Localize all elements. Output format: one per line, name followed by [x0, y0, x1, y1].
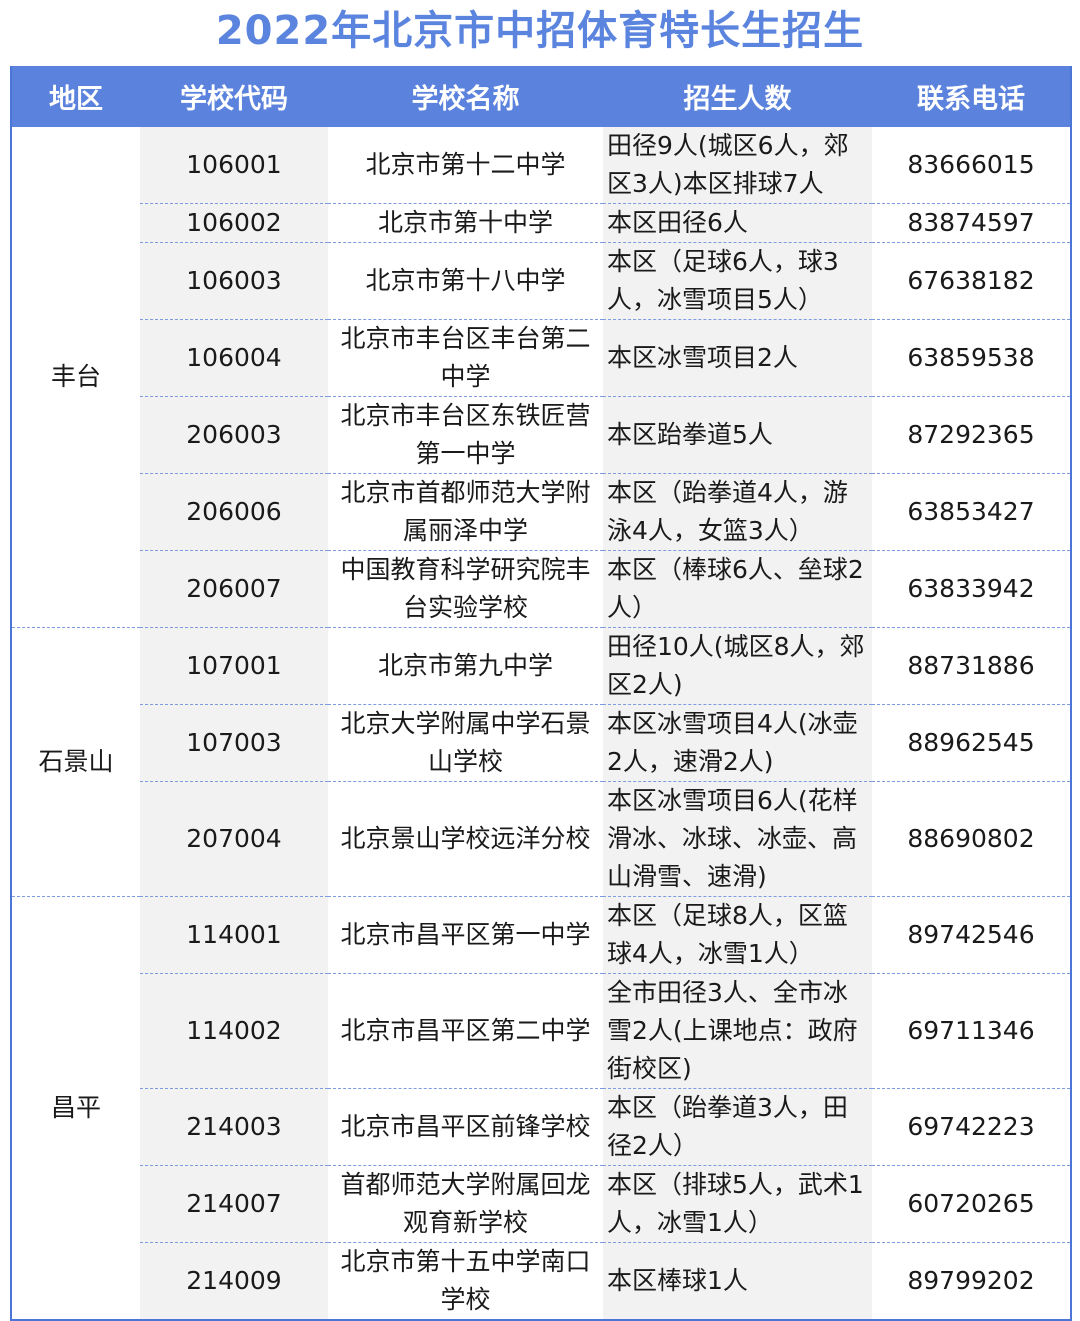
phone-cell: 63859538	[872, 319, 1071, 397]
phone-cell: 83874597	[872, 203, 1071, 243]
page-title: 2022年北京市中招体育特长生招生	[215, 8, 865, 54]
school-code-cell: 214009	[140, 1242, 328, 1321]
school-code-cell: 114002	[140, 973, 328, 1089]
table-row: 石景山 107001 北京市第九中学 田径10人(城区8人，郊区2人) 88731886	[11, 627, 1071, 897]
table-row: 丰台 106001 北京市第十二中学 田径9人(城区6人，郊区3人)本区排球7人 836…	[11, 127, 1071, 628]
school-code-cell: 206007	[140, 550, 328, 628]
school-code-cell: 106001	[140, 127, 328, 204]
school-code-cell: 106004	[140, 319, 328, 397]
school-code-cell: 107003	[140, 704, 328, 782]
table-body: 丰台 106001 北京市第十二中学 田径9人(城区6人，郊区3人)本区排球7人 836…	[11, 127, 1071, 1321]
school-name-cell: 北京市丰台区东铁匠营第一中学	[328, 396, 603, 474]
school-name-cell: 北京市第九中学	[328, 627, 603, 705]
phone-cell: 89742546	[872, 896, 1071, 974]
table-row: 214003 北京市昌平区前锋学校 本区（跆拳道3人，田径2人） 69742223	[11, 1088, 1071, 1166]
school-name-cell: 北京市第十中学	[328, 203, 603, 243]
table-row: 206003 北京市丰台区东铁匠营第一中学 本区跆拳道5人 87292365	[11, 396, 1071, 474]
header-region: 地区	[11, 66, 140, 127]
school-code-cell: 214003	[140, 1088, 328, 1166]
quota-cell: 田径10人(城区8人，郊区2人)	[603, 627, 872, 705]
phone-cell: 83666015	[872, 127, 1071, 204]
school-name-cell: 北京市第十八中学	[328, 242, 603, 320]
school-name-cell: 北京市昌平区第二中学	[328, 973, 603, 1089]
school-code-cell: 214007	[140, 1165, 328, 1243]
quota-cell: 本区（足球8人，区篮球4人，冰雪1人）	[603, 896, 872, 974]
school-code-cell: 106003	[140, 242, 328, 320]
quota-cell: 本区田径6人	[603, 203, 872, 243]
school-code-cell: 114001	[140, 896, 328, 974]
school-name-cell: 北京市第十五中学南口学校	[328, 1242, 603, 1321]
table-row: 206006 北京市首都师范大学附属丽泽中学 本区（跆拳道4人，游泳4人，女篮3人）…	[11, 473, 1071, 551]
phone-cell: 63853427	[872, 473, 1071, 551]
quota-cell: 田径9人(城区6人，郊区3人)本区排球7人	[603, 127, 872, 204]
table-row: 106004 北京市丰台区丰台第二中学 本区冰雪项目2人 63859538	[11, 319, 1071, 397]
region-cell: 石景山	[11, 627, 140, 897]
table-row: 207004 北京景山学校远洋分校 本区冰雪项目6人(花样滑冰、冰球、冰壶、高山滑雪…	[11, 781, 1071, 897]
phone-cell: 69711346	[872, 973, 1071, 1089]
header-quota: 招生人数	[603, 66, 872, 127]
school-code-cell: 206003	[140, 396, 328, 474]
school-code-cell: 107001	[140, 627, 328, 705]
quota-cell: 全市田径3人、全市冰雪2人(上课地点：政府街校区)	[603, 973, 872, 1089]
phone-cell: 88962545	[872, 704, 1071, 782]
table-row: 107003 北京大学附属中学石景山学校 本区冰雪项目4人(冰壶2人，速滑2人) 88…	[11, 704, 1071, 782]
admissions-table: 地区 学校代码 学校名称 招生人数 联系电话 丰台 106001 北京市第十二中学田…	[10, 66, 1072, 1321]
table-row: 214007 首都师范大学附属回龙观育新学校 本区（排球5人，武术1人，冰雪1人） 6…	[11, 1165, 1071, 1243]
school-code-cell: 106002	[140, 203, 328, 243]
quota-cell: 本区（足球6人，球3人，冰雪项目5人）	[603, 242, 872, 320]
table-row: 206007 中国教育科学研究院丰台实验学校 本区（棒球6人、垒球2人） 638339…	[11, 550, 1071, 628]
table-row: 106003 北京市第十八中学 本区（足球6人，球3人，冰雪项目5人） 6763818…	[11, 242, 1071, 320]
phone-cell: 69742223	[872, 1088, 1071, 1166]
school-name-cell: 北京市丰台区丰台第二中学	[328, 319, 603, 397]
school-code-cell: 206006	[140, 473, 328, 551]
table-header-row: 地区 学校代码 学校名称 招生人数 联系电话	[11, 66, 1071, 127]
quota-cell: 本区（跆拳道3人，田径2人）	[603, 1088, 872, 1166]
region-cell: 丰台	[11, 127, 140, 628]
school-name-cell: 北京市昌平区前锋学校	[328, 1088, 603, 1166]
school-name-cell: 中国教育科学研究院丰台实验学校	[328, 550, 603, 628]
phone-cell: 63833942	[872, 550, 1071, 628]
quota-cell: 本区冰雪项目6人(花样滑冰、冰球、冰壶、高山滑雪、速滑)	[603, 781, 872, 897]
school-name-cell: 北京景山学校远洋分校	[328, 781, 603, 897]
quota-cell: 本区棒球1人	[603, 1242, 872, 1321]
quota-cell: 本区（棒球6人、垒球2人）	[603, 550, 872, 628]
region-cell: 昌平	[11, 896, 140, 1321]
school-name-cell: 北京市首都师范大学附属丽泽中学	[328, 473, 603, 551]
table-row: 114002 北京市昌平区第二中学 全市田径3人、全市冰雪2人(上课地点：政府街校区…	[11, 973, 1071, 1089]
phone-cell: 88690802	[872, 781, 1071, 897]
school-name-cell: 北京市第十二中学	[328, 127, 603, 204]
table-row: 昌平 114001 北京市昌平区第一中学 本区（足球8人，区篮球4人，冰雪1人） 897…	[11, 896, 1071, 1321]
school-name-cell: 北京大学附属中学石景山学校	[328, 704, 603, 782]
page: 2022年北京市中招体育特长生招生 地区 学校代码 学校名称 招生人数 联系电话…	[0, 0, 1080, 1321]
phone-cell: 89799202	[872, 1242, 1071, 1321]
header-school-code: 学校代码	[140, 66, 328, 127]
phone-cell: 88731886	[872, 627, 1071, 705]
quota-cell: 本区（跆拳道4人，游泳4人，女篮3人）	[603, 473, 872, 551]
header-phone: 联系电话	[872, 66, 1071, 127]
quota-cell: 本区冰雪项目4人(冰壶2人，速滑2人)	[603, 704, 872, 782]
table-row: 214009 北京市第十五中学南口学校 本区棒球1人 89799202	[11, 1242, 1071, 1321]
school-name-cell: 首都师范大学附属回龙观育新学校	[328, 1165, 603, 1243]
quota-cell: 本区冰雪项目2人	[603, 319, 872, 397]
school-code-cell: 207004	[140, 781, 328, 897]
school-name-cell: 北京市昌平区第一中学	[328, 896, 603, 974]
phone-cell: 87292365	[872, 396, 1071, 474]
phone-cell: 60720265	[872, 1165, 1071, 1243]
quota-cell: 本区（排球5人，武术1人，冰雪1人）	[603, 1165, 872, 1243]
phone-cell: 67638182	[872, 242, 1071, 320]
header-school-name: 学校名称	[328, 66, 603, 127]
table-row: 106002 北京市第十中学 本区田径6人 83874597	[11, 203, 1071, 243]
quota-cell: 本区跆拳道5人	[603, 396, 872, 474]
